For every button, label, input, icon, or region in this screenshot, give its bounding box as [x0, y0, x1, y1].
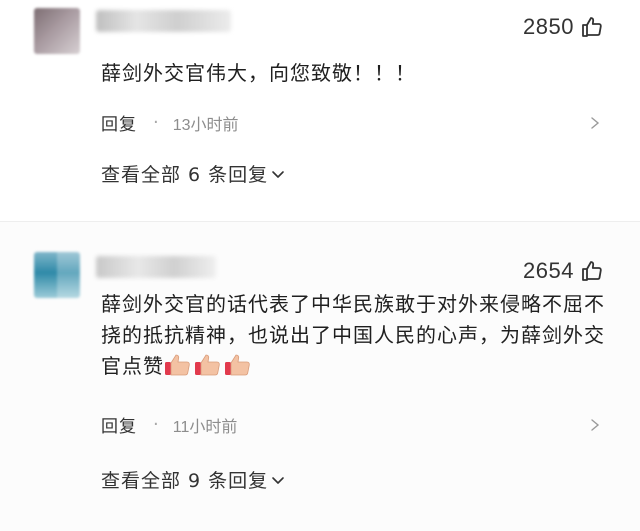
comment-2: 2654 薛剑外交官的话代表了中华民族敢于对外来侵略不屈不挠的抵抗精神，也说出了…: [0, 222, 640, 531]
reply-button[interactable]: 回复: [101, 412, 137, 437]
reply-button[interactable]: 回复: [101, 110, 137, 135]
comment-text: 薛剑外交官的话代表了中华民族敢于对外来侵略不屈不挠的抵抗精神，也说出了中国人民的…: [101, 289, 621, 382]
view-all-replies-button[interactable]: 查看全部 6 条回复: [101, 160, 286, 187]
view-all-replies-button[interactable]: 查看全部 9 条回复: [101, 466, 286, 493]
timestamp: 13小时前: [172, 116, 239, 134]
emoji-thumbs-up-icon: [224, 354, 254, 378]
emoji-thumbs-up-icon: [194, 354, 224, 378]
more-options-icon[interactable]: [588, 116, 602, 130]
chevron-down-icon: [272, 476, 284, 484]
comment-1: 2850 薛剑外交官伟大，向您致敬！！！ 回复 · 13小时前 查看全部 6 条…: [0, 0, 640, 222]
comment-meta: 回复 · 11小时前: [101, 412, 237, 437]
meta-separator: ·: [153, 414, 159, 435]
username-blurred[interactable]: [96, 10, 231, 32]
meta-separator: ·: [153, 112, 159, 133]
comment-text: 薛剑外交官伟大，向您致敬！！！: [101, 61, 416, 85]
like-count: 2850: [523, 14, 574, 39]
avatar[interactable]: [34, 8, 80, 54]
avatar[interactable]: [34, 252, 80, 298]
thumbs-up-icon: [582, 261, 602, 281]
comment-meta: 回复 · 13小时前: [101, 110, 239, 135]
chevron-down-icon: [272, 170, 284, 178]
like-button[interactable]: 2654: [523, 258, 604, 284]
timestamp: 11小时前: [172, 418, 238, 436]
view-replies-label: 查看全部 9 条回复: [101, 470, 269, 492]
thumbs-up-icon: [582, 17, 602, 37]
username-blurred[interactable]: [96, 256, 216, 278]
view-replies-label: 查看全部 6 条回复: [101, 164, 269, 186]
like-button[interactable]: 2850: [523, 14, 604, 40]
emoji-thumbs-up-icon: [164, 354, 194, 378]
like-count: 2654: [523, 258, 574, 283]
more-options-icon[interactable]: [588, 418, 602, 432]
